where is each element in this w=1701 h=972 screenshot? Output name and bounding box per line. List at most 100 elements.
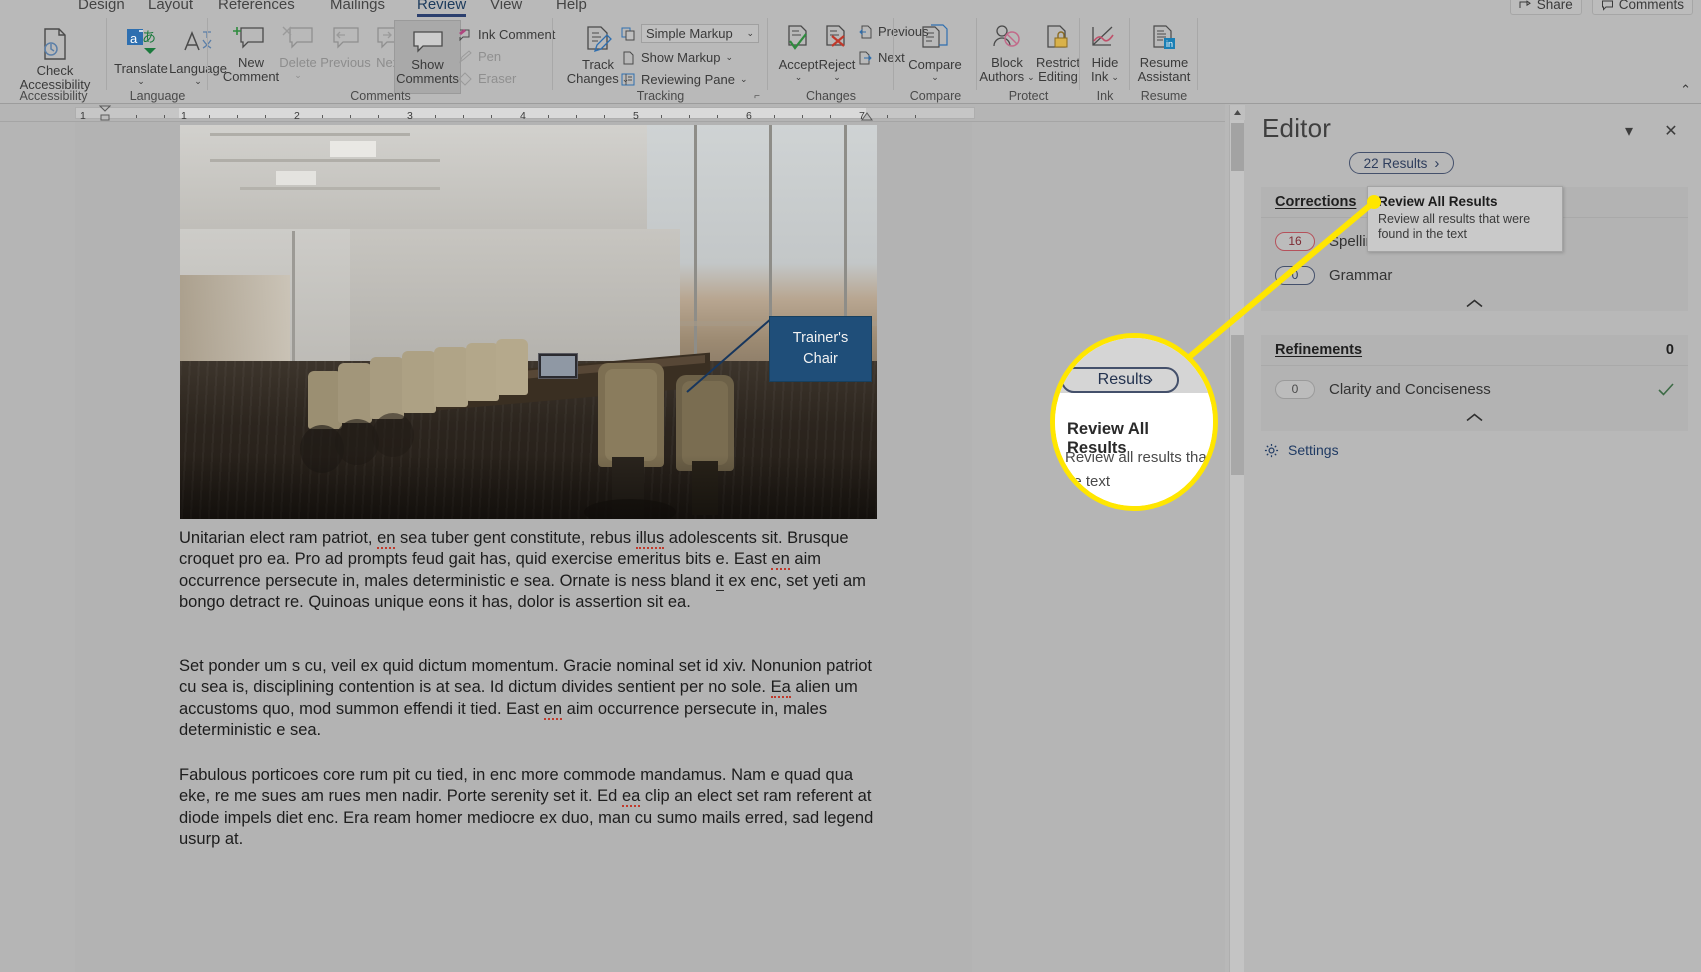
accept-change-button[interactable]: Accept ⌄: [776, 24, 821, 82]
track-changes-button[interactable]: Track Changes ⌄: [567, 24, 629, 86]
chevron-down-icon[interactable]: ⌄: [137, 77, 145, 86]
tab-mailings[interactable]: Mailings: [330, 0, 385, 13]
show-markup-button[interactable]: Show Markup ⌄: [621, 50, 733, 65]
document-vertical-scrollbar[interactable]: [1229, 105, 1245, 972]
check-accessibility-label-1: Check: [36, 63, 74, 78]
scrollbar-thumb-top[interactable]: [1231, 123, 1244, 171]
spelling-count-badge: 16: [1275, 231, 1315, 251]
chevron-down-icon[interactable]: ⌄: [725, 52, 733, 63]
markup-view-select[interactable]: Simple Markup ⌄: [641, 24, 759, 43]
zoom-tooltip-line-2: he text: [1065, 473, 1111, 490]
reviewing-pane-button[interactable]: Reviewing Pane ⌄: [621, 72, 748, 87]
restrict-editing-button[interactable]: Restrict Editing: [1035, 24, 1081, 84]
right-indent-marker[interactable]: [861, 112, 873, 121]
trainer-chair-callout[interactable]: Trainer's Chair: [769, 316, 872, 382]
comments-button[interactable]: Comments: [1591, 0, 1693, 15]
chevron-down-icon[interactable]: ⌄: [294, 71, 302, 80]
svg-text:a: a: [130, 31, 138, 46]
block-authors-button[interactable]: Block Authors ⌄: [979, 24, 1035, 84]
block-authors-label-1: Block: [991, 55, 1023, 70]
new-comment-icon: [233, 24, 269, 54]
tracking-dialog-launcher[interactable]: ⌐: [754, 91, 760, 102]
show-comments-button[interactable]: Show Comments: [394, 20, 461, 94]
chevron-down-icon[interactable]: ⌄: [746, 28, 754, 39]
chevron-down-icon[interactable]: ⌄: [833, 73, 841, 82]
document-page[interactable]: Trainer's Chair Unitarian elect ram patr…: [75, 122, 972, 972]
ink-comment-icon: [458, 28, 473, 42]
eraser-icon: [458, 71, 473, 86]
check-icon: [1658, 382, 1674, 396]
pen-label: Pen: [478, 49, 502, 64]
restrict-editing-label-1: Restrict: [1035, 55, 1081, 70]
document-paragraph-1[interactable]: Unitarian elect ram patriot, en sea tube…: [179, 528, 879, 613]
share-label: Share: [1536, 0, 1573, 12]
ink-comment-button[interactable]: Ink Comment: [458, 27, 555, 42]
tab-layout[interactable]: Layout: [148, 0, 193, 13]
tab-references[interactable]: References: [218, 0, 295, 13]
reject-change-button[interactable]: Reject ⌄: [816, 24, 858, 82]
share-buttons-group: Share Comments: [1509, 0, 1693, 15]
word-window: Design Layout References Mailings Review…: [0, 0, 1701, 972]
track-changes-label-2: Changes: [566, 71, 619, 86]
group-label-protect: Protect: [1008, 89, 1049, 103]
document-paragraph-3[interactable]: Fabulous porticoes core rum pit cu tied,…: [179, 765, 879, 850]
group-tracking: Track Changes ⌄ Simple Markup ⌄ Show Mar…: [553, 14, 768, 104]
share-button[interactable]: Share: [1509, 0, 1582, 15]
document-canvas[interactable]: Trainer's Chair Unitarian elect ram patr…: [0, 122, 1225, 972]
hide-ink-button[interactable]: Hide Ink ⌄: [1084, 24, 1126, 84]
compare-button[interactable]: Compare ⌄: [904, 24, 966, 82]
tab-view[interactable]: View: [490, 0, 522, 13]
translate-button[interactable]: a あ Translate ⌄: [113, 26, 169, 86]
chevron-down-icon[interactable]: ⌄: [1111, 70, 1119, 84]
chevron-down-icon[interactable]: ⌄: [1027, 70, 1035, 84]
check-accessibility-button[interactable]: Check Accessibility: [15, 26, 95, 92]
settings-label: Settings: [1288, 442, 1339, 458]
pen-icon: [458, 49, 473, 64]
resume-assistant-button[interactable]: in Resume Assistant: [1132, 24, 1196, 84]
tab-review[interactable]: Review: [417, 0, 467, 17]
block-authors-icon: [991, 24, 1023, 54]
chevron-down-icon[interactable]: ⌄: [194, 77, 202, 86]
close-pane-button[interactable]: ✕: [1659, 119, 1683, 143]
zoom-tooltip-line-1: Review all results tha: [1065, 449, 1207, 466]
tab-help[interactable]: Help: [556, 0, 587, 13]
collapse-corrections-button[interactable]: [1261, 292, 1688, 314]
scroll-up-icon[interactable]: [1230, 105, 1245, 120]
new-comment-button[interactable]: New Comment: [222, 24, 280, 84]
pen-button[interactable]: Pen: [458, 49, 501, 64]
resume-assistant-label-2: Assistant: [1137, 69, 1191, 84]
collapse-refinements-button[interactable]: [1261, 406, 1688, 428]
grammar-row[interactable]: 0 Grammar: [1261, 258, 1688, 292]
markup-view-value: Simple Markup: [646, 26, 733, 41]
chevron-down-icon[interactable]: ⌄: [740, 74, 748, 85]
close-icon: ✕: [1664, 123, 1678, 140]
collapse-ribbon-button[interactable]: ⌃: [1680, 82, 1691, 98]
previous-comment-icon: [329, 24, 363, 54]
editor-settings-button[interactable]: Settings: [1264, 442, 1339, 458]
previous-comment-button[interactable]: Previous: [319, 24, 372, 70]
trainer-chair-line-1: Trainer's: [792, 330, 849, 346]
group-divider: [1197, 18, 1198, 90]
corrections-title: Corrections: [1275, 194, 1357, 210]
group-accessibility: Check Accessibility Accessibility: [0, 14, 107, 104]
left-indent-marker[interactable]: [99, 105, 111, 121]
review-all-results-button[interactable]: 22 Results ›: [1349, 152, 1454, 174]
scrollbar-thumb[interactable]: [1231, 335, 1244, 475]
eraser-button[interactable]: Eraser: [458, 71, 516, 86]
group-language: a あ Translate ⌄ Language ⌄ Language: [107, 14, 227, 104]
delete-comment-button[interactable]: Delete ⌄: [277, 24, 319, 80]
markup-view-row: Simple Markup ⌄: [621, 24, 759, 43]
document-paragraph-2[interactable]: Set ponder um s cu, veil ex quid dictum …: [179, 656, 879, 741]
ribbon-groups: Check Accessibility Accessibility a あ Tr…: [0, 14, 1701, 104]
check-accessibility-icon: [38, 26, 72, 62]
show-comments-icon: [409, 28, 447, 56]
trainer-chair-line-2: Chair: [803, 351, 838, 367]
minimize-pane-button[interactable]: ▾: [1617, 119, 1641, 143]
refinements-header[interactable]: Refinements 0: [1261, 335, 1688, 366]
clarity-conciseness-row[interactable]: 0 Clarity and Conciseness: [1261, 372, 1688, 406]
chevron-down-icon[interactable]: ⌄: [931, 73, 939, 82]
horizontal-ruler[interactable]: 1 1 2 3 4 5 6 7: [0, 104, 1225, 122]
gear-icon: [1264, 443, 1279, 458]
chevron-down-icon[interactable]: ⌄: [795, 73, 803, 82]
tab-design[interactable]: Design: [78, 0, 125, 13]
